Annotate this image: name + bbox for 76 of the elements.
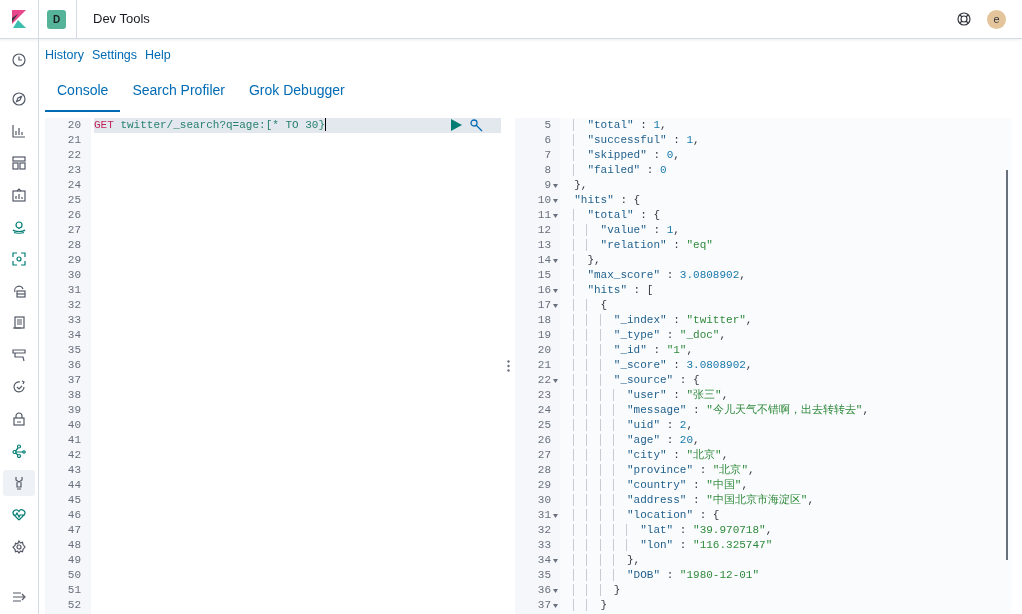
- lock-icon: [12, 412, 26, 426]
- collapse-icon: [12, 591, 26, 603]
- graph-icon: [12, 444, 26, 458]
- code-line: "total" : {: [561, 208, 661, 221]
- line-number-gutter: 5 6 7 8 9 10 11 12 13 14 15 16 17 18 19 20 21 22 23 24 25 26 27 28 29 30 31 32 33 34 35 36 37: [515, 117, 560, 614]
- code-line: {: [561, 298, 608, 311]
- app-badge[interactable]: D: [47, 9, 66, 29]
- play-icon[interactable]: [451, 119, 462, 132]
- dashboard-icon: [12, 156, 26, 170]
- code-line: "max_score" : 3.0808902,: [561, 268, 746, 281]
- tab[interactable]: Console: [45, 72, 121, 112]
- fold-caret-icon[interactable]: [553, 558, 558, 563]
- clock-icon: [12, 53, 26, 67]
- code-line: "age" : 20,: [561, 433, 700, 446]
- code-line: "value" : 1,: [561, 223, 680, 236]
- map-pin-icon: [12, 220, 26, 234]
- code-line: },: [573, 178, 588, 191]
- help-icon[interactable]: [957, 12, 971, 26]
- resize-handle-icon[interactable]: [506, 360, 510, 373]
- code-line: "total" : 1,: [561, 118, 667, 131]
- menu-link[interactable]: Settings: [91, 46, 138, 65]
- code-line: "_source" : {: [561, 373, 700, 386]
- user-avatar[interactable]: e: [987, 9, 1006, 29]
- cloud-server-icon: [12, 284, 26, 298]
- code-line[interactable]: GET twitter/_search?q=age:[* TO 30}: [94, 118, 327, 131]
- page-title: Dev Tools: [93, 10, 150, 29]
- canvas-icon: [12, 188, 26, 202]
- fold-caret-icon[interactable]: [553, 303, 558, 308]
- code-line: },: [561, 553, 641, 566]
- code-line: "skipped" : 0,: [561, 148, 680, 161]
- scrollbar[interactable]: [1006, 169, 1008, 560]
- fold-caret-icon[interactable]: [553, 513, 558, 518]
- compass-icon: [12, 92, 26, 106]
- code-line: "province" : "北京",: [561, 463, 755, 476]
- bar-chart-icon: [12, 124, 26, 138]
- code-line: "_type" : "_doc",: [561, 328, 727, 341]
- code-line: "message" : "今儿天气不错啊，出去转转去",: [561, 403, 870, 416]
- tab[interactable]: Search Profiler: [120, 72, 237, 112]
- code-line: "_id" : "1",: [561, 343, 694, 356]
- nav-button[interactable]: [3, 470, 35, 496]
- code-line: "hits" : {: [573, 193, 641, 206]
- code-line: "relation" : "eq": [561, 238, 713, 251]
- fold-caret-icon[interactable]: [553, 213, 558, 218]
- tab[interactable]: Grok Debugger: [236, 72, 357, 112]
- code-line: "country" : "中国",: [561, 478, 749, 491]
- fold-caret-icon[interactable]: [553, 378, 558, 383]
- code-line: "uid" : 2,: [561, 418, 694, 431]
- menu-link[interactable]: History: [45, 46, 84, 65]
- code-line: "city" : "北京",: [561, 448, 729, 461]
- code-line: "_index" : "twitter",: [561, 313, 753, 326]
- code-line: "hits" : [: [561, 283, 654, 296]
- code-line: "address" : "中国北京市海淀区",: [561, 493, 815, 506]
- fold-caret-icon[interactable]: [553, 183, 558, 188]
- fold-caret-icon[interactable]: [553, 588, 558, 593]
- logo-icon[interactable]: [12, 10, 26, 28]
- code-line: "successful" : 1,: [561, 133, 700, 146]
- heart-pulse-icon: [12, 508, 26, 522]
- code-line: }: [561, 598, 608, 611]
- code-line: "lon" : "116.325747": [561, 538, 773, 551]
- scan-icon: [12, 252, 26, 266]
- fold-caret-icon[interactable]: [553, 288, 558, 293]
- code-line: "failed" : 0: [561, 163, 667, 176]
- settings-icon: [12, 540, 26, 554]
- code-line: "lat" : "39.970718",: [561, 523, 773, 536]
- fold-caret-icon[interactable]: [553, 603, 558, 608]
- fold-caret-icon[interactable]: [553, 258, 558, 263]
- menu-link[interactable]: Help: [145, 46, 171, 65]
- code-line: "user" : "张三",: [561, 388, 729, 401]
- code-line: "location" : {: [561, 508, 720, 521]
- code-line: "_score" : 3.0808902,: [561, 358, 753, 371]
- code-line: "DOB" : "1980-12-01": [561, 568, 760, 581]
- code-line: },: [561, 253, 601, 266]
- line-number-gutter: 20 21 22 23 24 25 26 27 28 29 30 31 32 33 34 35 36 37 38 39 40 41 42 43 44 45 46 47 48 49 50 51 52: [45, 117, 91, 614]
- document-icon: [12, 316, 26, 330]
- fold-caret-icon[interactable]: [553, 198, 558, 203]
- code-line: }: [561, 583, 621, 596]
